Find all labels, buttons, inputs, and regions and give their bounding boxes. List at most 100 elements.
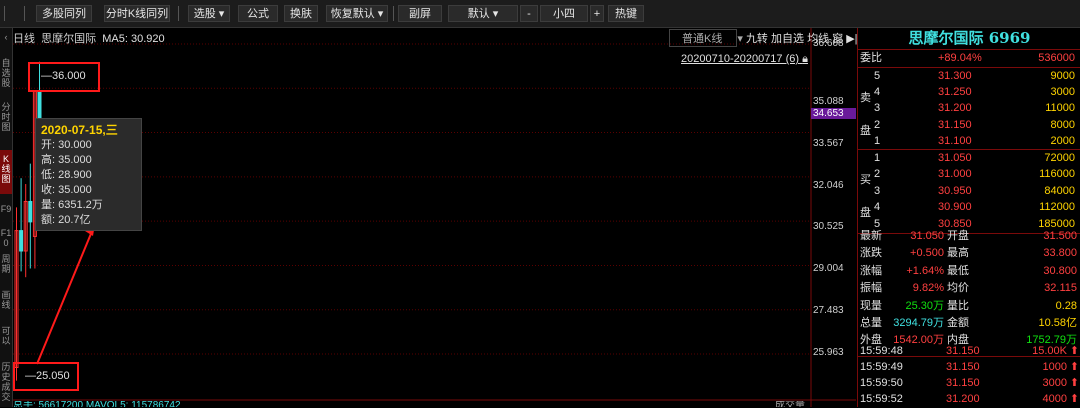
layout-select[interactable]: 默认 ▾ <box>448 5 518 22</box>
layout-select-value: 默认 <box>467 8 490 20</box>
stat-value: 0.28 <box>1055 299 1077 312</box>
tick-time: 15:59:50 <box>860 377 903 389</box>
sell-level-row[interactable]: 2 31.150 8000 <box>858 117 1080 134</box>
skin-button[interactable]: 换肤 <box>284 5 318 22</box>
multi-stock-button[interactable]: 多股同列 <box>36 5 92 22</box>
tick-row: 15:59:50 31.150 3000 ⬆ <box>858 375 1080 392</box>
sell-volume: 2000 <box>1050 134 1075 147</box>
tooltip-amount: 额: 20.7亿 <box>41 214 91 226</box>
stat-label: 开盘 <box>947 230 969 242</box>
volume-indicator-select[interactable]: 成交量 <box>775 401 805 407</box>
stat-value: 31.500 <box>1043 230 1077 242</box>
buy-level-index: 3 <box>874 184 881 197</box>
tick-time: 15:59:49 <box>860 361 903 373</box>
tooltip-open: 开: 30.000 <box>41 139 92 151</box>
webi-pct: +89.04% <box>938 52 982 64</box>
buy-price: 31.050 <box>938 152 972 164</box>
stat-value: 10.58亿 <box>1038 317 1077 329</box>
tab-f10[interactable]: F10 <box>0 228 12 248</box>
stat-value: 9.82% <box>912 282 944 295</box>
dropdown-arrow-icon: ▾ <box>218 8 225 20</box>
y-tick: 36.608 <box>813 38 844 49</box>
sell-volume: 8000 <box>1050 118 1075 131</box>
current-price-tag: 34.653 <box>811 108 856 119</box>
tick-volume: 15.00K <box>1032 345 1067 357</box>
nine-turn-button[interactable]: 九转 <box>746 33 768 45</box>
tick-volume: 4000 <box>1042 393 1067 405</box>
dropdown-arrow-icon: ▾ <box>377 8 384 20</box>
stock-picker-label: 选股 <box>193 8 216 20</box>
stat-label: 振幅 <box>860 282 882 295</box>
restore-default-button[interactable]: 恢复默认 ▾ <box>326 5 388 22</box>
candle-body[interactable] <box>19 230 24 252</box>
tooltip-low: 低: 28.900 <box>41 169 92 181</box>
buy-level-row[interactable]: 1 31.050 72000 <box>858 150 1080 167</box>
tick-volume: 1000 <box>1042 361 1067 373</box>
y-tick: 32.046 <box>813 180 844 191</box>
tab-f9[interactable]: F9 <box>0 204 12 214</box>
stat-label: 量比 <box>947 299 969 312</box>
tab-draw-line[interactable]: 画线 <box>0 290 12 312</box>
up-arrow-icon: ⬆ <box>1069 361 1079 373</box>
kline-type-select[interactable]: 普通K线 <box>669 29 738 47</box>
hotkey-button[interactable]: 热键 <box>608 5 644 22</box>
tick-time: 15:59:48 <box>860 345 903 357</box>
stat-label: 现量 <box>860 299 882 312</box>
y-tick: 30.525 <box>813 221 844 232</box>
stat-label: 金额 <box>947 317 969 329</box>
restore-default-label: 恢复默认 <box>330 8 375 20</box>
buy-price: 30.950 <box>938 184 972 197</box>
sell-level-index: 1 <box>874 134 881 147</box>
sell-level-row[interactable]: 4 31.250 3000 <box>858 84 1080 101</box>
buy-level-row[interactable]: 3 30.950 84000 <box>858 183 1080 200</box>
split-kline-button[interactable]: 分时K线同列 <box>104 5 170 22</box>
second-screen-button[interactable]: 副屏 <box>398 5 442 22</box>
buy-volume: 84000 <box>1044 184 1075 197</box>
stat-value: +1.64% <box>906 264 944 277</box>
tab-history-trades[interactable]: 历史成交 <box>0 362 12 406</box>
tab-can[interactable]: 可以 <box>0 326 12 348</box>
sell-price: 31.250 <box>938 86 972 99</box>
up-arrow-icon: ⬆ <box>1069 377 1079 389</box>
font-size-select[interactable]: 小四 <box>540 5 588 22</box>
tab-intraday[interactable]: 分时图 <box>0 102 12 134</box>
sell-volume: 9000 <box>1050 70 1075 82</box>
tick-volume: 3000 <box>1042 377 1067 389</box>
stat-value: 25.30万 <box>905 299 944 312</box>
webi-row: 委比 +89.04% 536000 <box>858 50 1080 67</box>
stat-row: 现量 25.30万 量比 0.28 <box>858 298 1080 315</box>
add-watchlist-button[interactable]: 加自选 <box>771 33 804 45</box>
candle-tooltip: 2020-07-15,三 开: 30.000 高: 35.000 低: 28.9… <box>35 118 142 231</box>
sell-level-row[interactable]: 5 31.300 9000 <box>858 68 1080 85</box>
kline-chart[interactable]: 日线 思摩尔国际 MA5: 30.920 普通K线 ▾ 九转 加自选 均线 窗 ▶… <box>13 28 858 407</box>
font-increase-button[interactable]: + <box>590 5 604 22</box>
tab-period[interactable]: 周期 <box>0 254 12 276</box>
formula-button[interactable]: 公式 <box>238 5 278 22</box>
font-decrease-button[interactable]: - <box>520 5 538 22</box>
sell-level-index: 4 <box>874 86 881 99</box>
buy-level-row[interactable]: 4 30.900 112000 <box>858 199 1080 216</box>
lock-icon: 🔒︎ <box>802 53 808 65</box>
buy-price: 30.900 <box>938 201 972 214</box>
date-range-label[interactable]: 20200710-20200717 (6) 🔒︎ <box>681 53 808 66</box>
stat-value: 31.050 <box>910 230 944 242</box>
sell-price: 31.150 <box>938 118 972 131</box>
toolbar-separator <box>24 6 25 21</box>
tick-price: 31.150 <box>946 345 980 357</box>
tab-back-icon[interactable]: ‹ <box>0 32 12 42</box>
buy-level-row[interactable]: 2 31.000 116000 <box>858 166 1080 183</box>
y-tick: 29.004 <box>813 263 844 274</box>
candle-body[interactable] <box>28 200 33 223</box>
tooltip-date: 2020-07-15,三 <box>41 123 118 137</box>
stock-picker-button[interactable]: 选股 ▾ <box>188 5 230 22</box>
buy-level-index: 4 <box>874 201 881 214</box>
tick-price: 31.150 <box>946 377 980 389</box>
sell-level-row[interactable]: 3 31.200 11000 <box>858 100 1080 117</box>
high-annotation-box <box>28 62 100 92</box>
tab-kline[interactable]: K线图 <box>0 150 12 194</box>
tab-watchlist[interactable]: 自选股 <box>0 58 12 90</box>
tick-row: 15:59:52 31.200 4000 ⬆ <box>858 391 1080 408</box>
sell-level-row[interactable]: 1 31.100 2000 <box>858 133 1080 150</box>
low-annotation-box <box>13 362 79 391</box>
tick-time: 15:59:52 <box>860 393 903 405</box>
